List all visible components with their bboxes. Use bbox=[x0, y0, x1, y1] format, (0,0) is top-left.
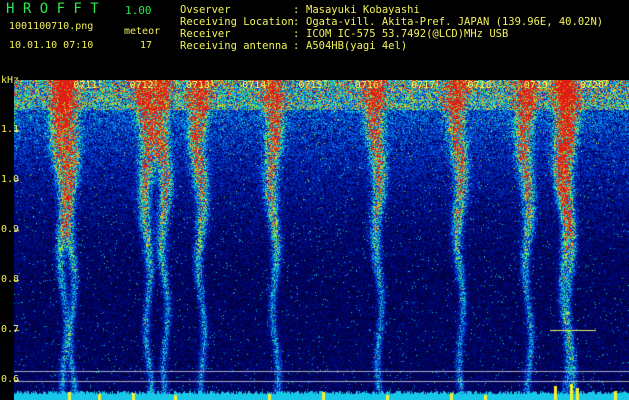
info-value-receiver: ICOM IC-575 53.7492(@LCD)MHz USB bbox=[306, 28, 509, 40]
x-tick-label: 0711 bbox=[73, 80, 98, 91]
y-tick-label: 1.0 bbox=[1, 174, 20, 185]
info-colon: : bbox=[293, 4, 300, 16]
x-tick-label: 0712 bbox=[129, 80, 154, 91]
x-tick-label: 0720 bbox=[580, 80, 605, 91]
x-tick-label: 0718 bbox=[467, 80, 492, 91]
header-panel: H R O F F T 1.00 1001100710.png meteor 1… bbox=[0, 0, 629, 78]
y-tick-label: 0.8 bbox=[1, 274, 20, 285]
x-tick-label: 0715 bbox=[298, 80, 323, 91]
info-key-receiver: Receiver bbox=[180, 28, 231, 40]
x-tick-label: 0714 bbox=[242, 80, 267, 91]
info-value-antenna: A504HB(yagi 4el) bbox=[306, 40, 408, 52]
info-value-location: Ogata-vill. Akita-Pref. JAPAN (139.96E, … bbox=[306, 16, 604, 28]
timestamp: 10.01.10 07:10 bbox=[9, 40, 94, 51]
info-key-location: Receiving Location bbox=[180, 16, 294, 28]
x-tick-label: 0717 bbox=[411, 80, 436, 91]
info-key-observer: Ovserver bbox=[180, 4, 231, 16]
info-colon: : bbox=[293, 28, 300, 40]
app-logo: H R O F F T bbox=[6, 1, 99, 17]
app-version: 1.00 bbox=[125, 4, 152, 17]
y-tick-label: 1.1 bbox=[1, 124, 20, 135]
x-tick-label: 0716 bbox=[354, 80, 379, 91]
y-tick-label: 0.7 bbox=[1, 324, 20, 335]
y-tick-label: 0.9 bbox=[1, 224, 20, 235]
info-colon: : bbox=[293, 40, 300, 52]
info-value-observer: Masayuki Kobayashi bbox=[306, 4, 420, 16]
x-tick-label: 0713 bbox=[185, 80, 210, 91]
x-tick-label: 0719 bbox=[523, 80, 548, 91]
info-key-antenna: Receiving antenna bbox=[180, 40, 288, 52]
meteor-count: 17 bbox=[140, 40, 153, 51]
y-tick-label: 0.6 bbox=[1, 374, 20, 385]
info-colon: : bbox=[293, 16, 300, 28]
spectrogram-canvas bbox=[14, 80, 629, 400]
meteor-label: meteor bbox=[124, 26, 161, 37]
image-filename: 1001100710.png bbox=[9, 21, 94, 32]
